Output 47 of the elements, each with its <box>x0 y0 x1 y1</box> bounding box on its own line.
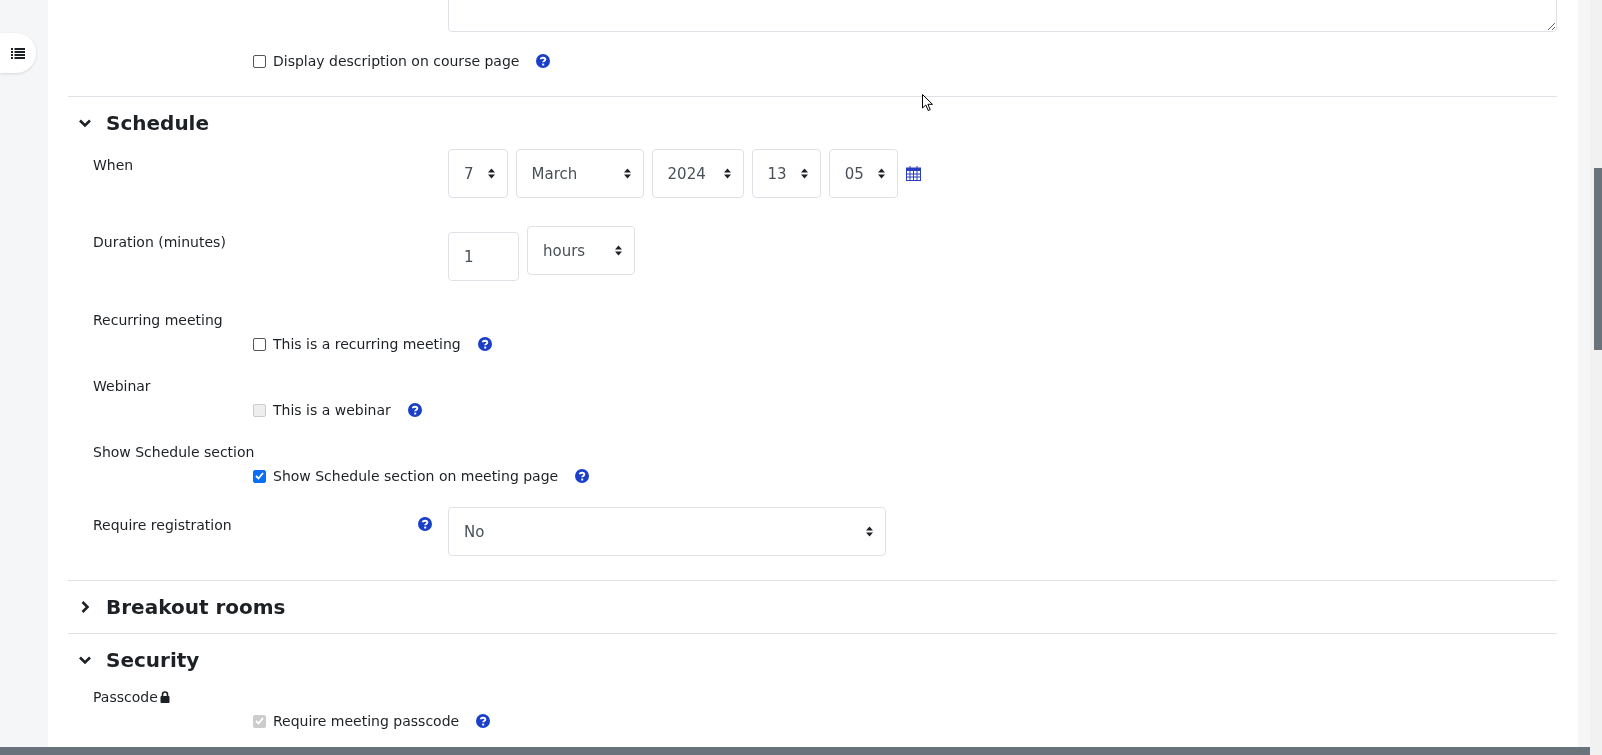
checkbox-label: Require meeting passcode <box>273 713 460 729</box>
number-field[interactable]: 1 <box>448 232 519 281</box>
horizontal-scrollbar[interactable] <box>0 747 1590 755</box>
help-icon[interactable] <box>477 337 492 351</box>
sort-caret-icon <box>877 168 885 179</box>
drawer-toggle-button[interactable] <box>0 33 36 73</box>
dropdown[interactable]: No <box>448 507 886 556</box>
checkbox-label: Show Schedule section on meeting page <box>273 468 559 484</box>
field-label: Recurring meeting <box>93 312 223 328</box>
dropdown[interactable]: 2024 <box>651 149 744 198</box>
field-label: When <box>93 157 134 173</box>
help-icon[interactable] <box>407 403 422 417</box>
sort-caret-icon <box>866 526 873 537</box>
section-header[interactable]: Breakout rooms <box>68 581 292 633</box>
dropdown[interactable]: 7 <box>448 149 508 198</box>
checkbox[interactable] <box>253 337 266 351</box>
help-icon[interactable] <box>536 54 551 68</box>
section-header[interactable]: Schedule <box>68 97 216 149</box>
checkbox[interactable] <box>253 54 266 68</box>
help-icon[interactable] <box>476 714 491 728</box>
dropdown[interactable]: March <box>515 149 644 198</box>
field-label: Require registration <box>93 517 232 533</box>
sort-caret-icon <box>615 245 622 256</box>
calendar-icon[interactable] <box>905 166 921 181</box>
sort-caret-icon <box>487 168 495 179</box>
dropdown[interactable]: 05 <box>828 149 898 198</box>
dropdown[interactable]: hours <box>527 226 635 275</box>
checkbox-label: This is a webinar <box>273 402 391 418</box>
field-label: Show Schedule section <box>93 444 255 460</box>
section-header[interactable]: Security <box>68 634 206 686</box>
field-label: Webinar <box>93 378 151 394</box>
mouse-pointer-icon <box>922 94 934 112</box>
help-icon[interactable] <box>575 469 590 483</box>
vertical-scrollbar[interactable] <box>1590 0 1602 755</box>
field-label: Passcode <box>93 689 158 705</box>
checkbox-label: This is a recurring meeting <box>273 336 461 352</box>
sort-caret-icon <box>800 168 808 179</box>
sort-caret-icon <box>723 168 731 179</box>
field-label: Duration (minutes) <box>93 234 226 250</box>
description-field[interactable] <box>448 0 1557 32</box>
help-icon[interactable] <box>418 517 432 531</box>
lock-icon <box>159 691 170 703</box>
checkbox[interactable] <box>253 469 266 483</box>
sort-caret-icon <box>623 168 631 179</box>
dropdown[interactable]: 13 <box>751 149 821 198</box>
checkbox-label: Display description on course page <box>273 53 520 69</box>
list-icon <box>11 47 25 59</box>
